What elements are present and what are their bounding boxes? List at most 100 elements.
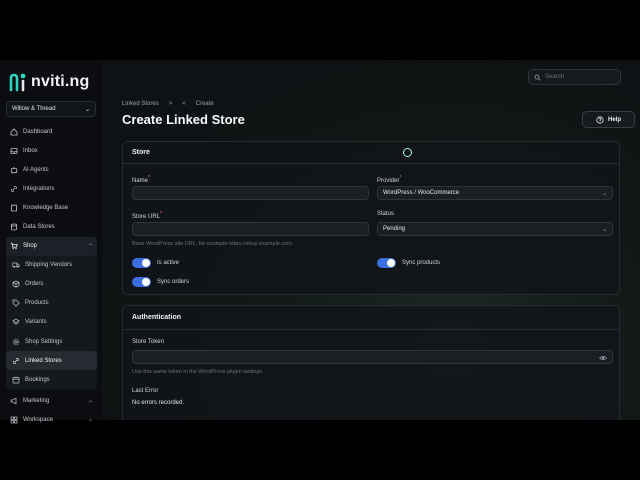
breadcrumb-separator-icon: > — [168, 101, 173, 107]
sidebar-item-label: AI Agents — [23, 166, 49, 173]
sidebar-item-shop-settings[interactable]: Shop Settings — [6, 332, 97, 351]
sidebar-item-inbox[interactable]: Inbox — [6, 141, 97, 160]
chevron-down-icon: ⌄ — [87, 417, 93, 424]
help-label: Help — [607, 116, 621, 123]
status-value: Pending — [383, 226, 406, 232]
store-token-hint: Use this same token in the WordPress plu… — [132, 369, 264, 375]
sidebar-item-label: Shop Settings — [25, 338, 63, 345]
megaphone-icon — [10, 397, 18, 405]
grid-icon — [10, 416, 18, 424]
bot-icon — [10, 166, 18, 174]
sidebar-item-products[interactable]: Products — [6, 294, 97, 313]
is-active-label: Is active — [157, 260, 180, 266]
book-icon — [10, 204, 18, 212]
provider-label: Provider* — [377, 175, 401, 184]
sidebar-item-bookings[interactable]: Bookings — [6, 370, 97, 389]
sidebar-item-label: Shipping Vendors — [25, 262, 73, 269]
sidebar-item-label: Linked Stores — [25, 357, 62, 364]
sidebar-item-variants[interactable]: Variants — [6, 313, 97, 332]
name-input[interactable] — [132, 186, 369, 200]
search-icon — [534, 74, 541, 81]
workspace-select[interactable]: Willow & Thread ⌄ — [6, 101, 96, 117]
store-url-input[interactable] — [132, 222, 369, 236]
status-select[interactable]: Pending ⌄ — [377, 222, 613, 236]
calendar-icon — [12, 376, 20, 384]
main-content: Search Linked Stores > < Create Create L… — [102, 60, 640, 420]
sidebar-item-label: Inbox — [23, 147, 38, 154]
sidebar-nav: Dashboard Inbox AI Agents Integrations K… — [6, 122, 97, 430]
sidebar-item-dashboard[interactable]: Dashboard — [6, 122, 97, 141]
sidebar-item-marketing[interactable]: Marketing ⌄ — [6, 391, 97, 410]
sidebar-item-shop[interactable]: Shop ⌃ — [6, 236, 97, 256]
status-label: Status — [377, 211, 394, 217]
link-icon — [12, 357, 20, 365]
provider-label-text: Provider — [377, 178, 400, 184]
sidebar-item-label: Data Stores — [23, 224, 55, 231]
required-marker: * — [399, 175, 402, 181]
truck-icon — [12, 261, 20, 269]
logo-text: nviti.ng — [31, 73, 90, 90]
store-url-hint: Base WordPress site URL, for example htt… — [132, 241, 294, 247]
sidebar-item-shipping-vendors[interactable]: Shipping Vendors — [6, 256, 97, 275]
store-token-input[interactable] — [132, 350, 613, 364]
sidebar-item-linked-stores[interactable]: Linked Stores — [6, 351, 97, 371]
sidebar-item-integrations[interactable]: Integrations — [6, 179, 97, 198]
sync-products-label: Sync products — [402, 260, 441, 266]
mouse-cursor-indicator — [403, 148, 412, 157]
chevron-left-icon: < — [182, 101, 186, 107]
authentication-card: Authentication Store Token Use this same… — [122, 305, 620, 420]
sidebar-item-knowledge-base[interactable]: Knowledge Base — [6, 198, 97, 217]
store-url-label-text: Store URL — [132, 214, 161, 220]
breadcrumb: Linked Stores > < Create — [122, 101, 214, 107]
page-title: Create Linked Store — [122, 112, 245, 127]
required-marker: * — [148, 175, 150, 181]
sync-products-toggle-row: Sync products — [377, 258, 440, 268]
workspace-name: Willow & Thread — [12, 106, 56, 112]
chevron-down-icon: ⌄ — [87, 398, 93, 405]
last-error-value: No errors recorded. — [132, 400, 185, 406]
provider-value: WordPress / WooCommerce — [383, 190, 460, 196]
sidebar-item-label: Shop — [23, 243, 38, 250]
app-logo[interactable]: nviti.ng — [8, 72, 89, 92]
sync-products-toggle[interactable] — [377, 258, 396, 268]
cart-icon — [10, 242, 18, 250]
name-label-text: Name — [132, 178, 149, 184]
sidebar-item-ai-agents[interactable]: AI Agents — [6, 160, 97, 179]
search-input[interactable]: Search — [528, 69, 621, 85]
sidebar-item-label: Dashboard — [23, 128, 53, 135]
sync-orders-toggle[interactable] — [132, 277, 151, 287]
sync-orders-label: Sync orders — [157, 279, 190, 285]
authentication-card-title: Authentication — [123, 306, 619, 330]
logo-mark-icon — [9, 73, 26, 92]
store-url-label: Store URL* — [132, 211, 162, 220]
sidebar-item-workspace[interactable]: Workspace ⌄ — [6, 410, 97, 429]
home-icon — [10, 127, 18, 136]
provider-select[interactable]: WordPress / WooCommerce ⌄ — [377, 186, 613, 200]
chevron-down-icon: ⌄ — [84, 106, 90, 113]
status-label-text: Status — [377, 211, 395, 217]
gear-icon — [12, 338, 20, 346]
store-card: Store Name* Provider* WordPress / WooCom… — [122, 141, 620, 295]
sidebar-item-label: Products — [25, 300, 49, 307]
sidebar-item-label: Knowledge Base — [23, 204, 69, 211]
chevron-down-icon: ⌄ — [601, 190, 607, 197]
breadcrumb-create: Create — [195, 101, 214, 107]
store-card-title: Store — [123, 142, 619, 164]
sidebar-item-label: Orders — [25, 281, 44, 288]
database-icon — [10, 223, 18, 231]
sidebar-item-label: Marketing — [23, 397, 50, 404]
store-token-label: Store Token — [132, 339, 164, 345]
shop-group: Shop ⌃ Shipping Vendors Orders Products … — [6, 236, 97, 390]
sidebar-item-label: Workspace — [23, 416, 53, 423]
sidebar-item-data-stores[interactable]: Data Stores — [6, 217, 97, 236]
required-marker: * — [160, 211, 162, 217]
chevron-down-icon: ⌄ — [601, 226, 607, 233]
breadcrumb-linked-stores[interactable]: Linked Stores — [122, 101, 159, 107]
sidebar-item-orders[interactable]: Orders — [6, 275, 97, 294]
sidebar-item-label: Variants — [25, 319, 47, 326]
is-active-toggle[interactable] — [132, 258, 151, 268]
sync-orders-toggle-row: Sync orders — [132, 277, 189, 287]
eye-icon[interactable] — [599, 354, 607, 362]
sidebar-item-label: Integrations — [23, 185, 55, 192]
help-button[interactable]: Help — [582, 111, 635, 128]
